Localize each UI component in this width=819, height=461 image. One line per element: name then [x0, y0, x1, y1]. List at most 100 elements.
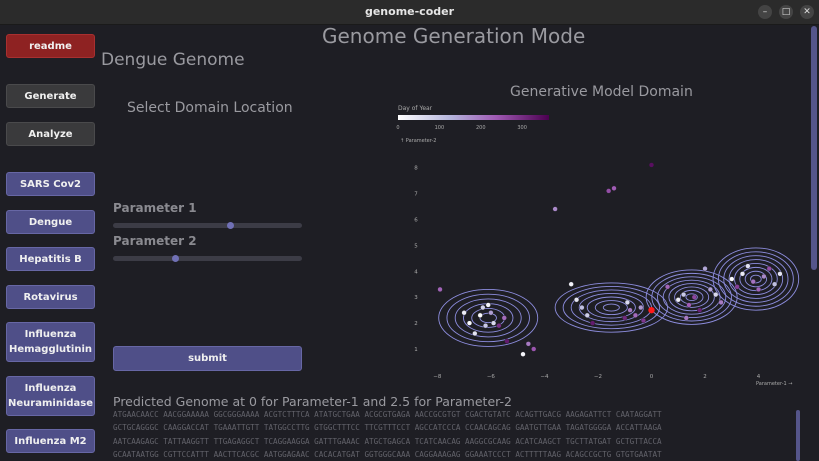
y-tick-label: 8 — [414, 166, 418, 172]
dengue-button[interactable]: Dengue — [6, 210, 95, 234]
data-point — [691, 294, 697, 300]
colorbar-tick: 0 — [396, 125, 399, 131]
selected-point-marker — [648, 306, 655, 314]
data-point — [697, 307, 703, 313]
influenza-hemagglutinin-button[interactable]: Influenza Hemagglutinin — [6, 322, 95, 362]
generate-button[interactable]: Generate — [6, 84, 95, 108]
density-contour — [446, 293, 530, 343]
analyze-button[interactable]: Analyze — [6, 122, 95, 146]
close-icon[interactable]: ✕ — [800, 5, 814, 19]
data-point — [504, 338, 510, 344]
minimize-icon[interactable]: – — [758, 5, 772, 19]
data-point — [777, 271, 783, 277]
data-point — [485, 302, 491, 308]
data-point — [713, 291, 719, 298]
influenza-neuraminidase-button[interactable]: Influenza Neuraminidase — [6, 376, 95, 416]
data-point — [702, 266, 708, 272]
density-contour — [728, 259, 784, 299]
x-tick-label: −6 — [487, 374, 496, 380]
data-point — [675, 297, 681, 303]
page-scrollbar[interactable] — [811, 26, 817, 270]
density-contour — [744, 270, 768, 288]
parameter-1-label: Parameter 1 — [113, 201, 197, 215]
influenza-m2-button[interactable]: Influenza M2 — [6, 429, 95, 453]
data-point — [627, 307, 633, 313]
parameter-1-slider[interactable] — [113, 222, 302, 229]
data-point — [750, 279, 756, 285]
x-tick-label: 4 — [757, 374, 761, 380]
density-contour — [578, 293, 644, 323]
y-tick-label: 5 — [414, 243, 418, 249]
data-point — [584, 312, 590, 318]
genome-subtitle: Dengue Genome — [101, 50, 245, 70]
colorbar-tick: 200 — [476, 125, 486, 131]
data-point — [490, 320, 497, 326]
data-point — [472, 330, 478, 337]
data-point — [520, 351, 526, 357]
data-point — [766, 266, 772, 272]
colorbar-title: Day of Year — [398, 105, 433, 112]
y-axis-label: ↑ Parameter-2 — [400, 138, 436, 144]
submit-button[interactable]: submit — [113, 346, 302, 371]
readme-button[interactable]: readme — [6, 34, 95, 58]
predicted-genome-heading: Predicted Genome at 0 for Parameter-1 an… — [113, 394, 512, 409]
y-tick-label: 1 — [414, 347, 418, 353]
data-point — [718, 299, 724, 305]
data-point — [632, 312, 639, 318]
hepatitis-b-button[interactable]: Hepatitis B — [6, 247, 95, 271]
sequence-line: GCTGCAGGGC CAAGGACCAT TGAAATTGTT TATGGCC… — [113, 423, 662, 433]
page-title: Genome Generation Mode — [322, 24, 586, 48]
data-point — [466, 320, 473, 326]
parameter-1-slider-handle[interactable] — [227, 222, 235, 229]
y-tick-label: 6 — [414, 217, 418, 223]
sequence-line: GCAATAATGG CGTTCCATTT AACTTCACGC AATGGAG… — [113, 450, 662, 460]
data-point — [501, 315, 507, 321]
data-point — [573, 297, 580, 303]
data-point — [681, 291, 687, 298]
select-domain-heading: Select Domain Location — [127, 100, 293, 116]
x-tick-label: −2 — [594, 374, 602, 380]
data-point — [707, 286, 713, 293]
data-point — [488, 310, 494, 316]
sequence-scrollbar[interactable] — [796, 410, 800, 461]
density-contour — [594, 300, 628, 316]
parameter-2-slider-handle[interactable] — [172, 255, 180, 262]
parameter-2-slider[interactable] — [113, 255, 302, 262]
data-point — [638, 304, 644, 311]
x-tick-label: 2 — [703, 374, 707, 380]
data-point — [739, 271, 746, 277]
data-point — [624, 299, 630, 305]
data-point — [640, 317, 647, 324]
y-tick-label: 3 — [414, 295, 418, 301]
data-point — [761, 273, 767, 280]
genome-sequence: ATGAACAACC AACGGAAAAA GGCGGGAAAA ACGTCTT… — [113, 408, 798, 461]
data-point — [590, 320, 596, 326]
data-point — [579, 304, 585, 311]
data-point — [525, 341, 531, 347]
x-tick-label: 0 — [650, 374, 654, 380]
data-point — [745, 263, 751, 269]
domain-plot[interactable]: Day of Year 0 100 200 300 ↑ Parameter-2 Par… — [396, 100, 806, 390]
sequence-line: ATGAACAACC AACGGAAAAA GGCGGGAAAA ACGTCTT… — [113, 410, 662, 419]
maximize-icon[interactable]: □ — [779, 5, 793, 19]
rotavirus-button[interactable]: Rotavirus — [6, 285, 95, 309]
y-tick-label: 7 — [414, 191, 418, 197]
data-point — [734, 284, 740, 290]
data-point — [611, 185, 617, 191]
data-point — [683, 315, 689, 321]
data-point — [437, 286, 443, 293]
y-tick-label: 2 — [414, 321, 418, 327]
data-point — [648, 162, 655, 168]
sars-cov2-button[interactable]: SARS Cov2 — [6, 172, 95, 196]
data-point — [531, 346, 537, 352]
sequence-line: AATCAAGAGC TATTAAGGTT TTGAGAGGCT TCAGGAA… — [113, 436, 662, 446]
parameter-2-label: Parameter 2 — [113, 234, 197, 248]
data-point — [496, 323, 502, 329]
density-contour — [602, 303, 620, 312]
data-point — [664, 284, 671, 290]
colorbar — [398, 115, 549, 120]
plot-title: Generative Model Domain — [510, 84, 693, 100]
density-contour — [657, 276, 727, 319]
data-point — [552, 206, 558, 212]
data-point — [622, 315, 628, 321]
